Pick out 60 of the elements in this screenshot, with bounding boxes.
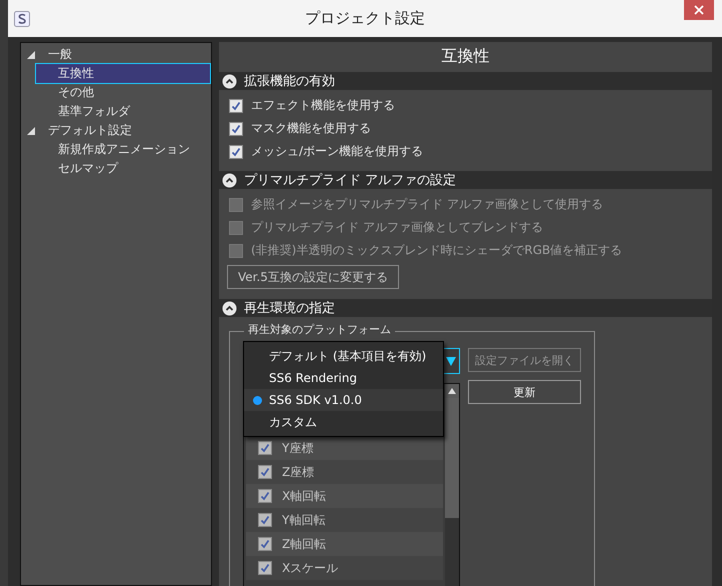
checkbox[interactable] [258, 561, 272, 575]
menu-option[interactable]: デフォルト (基本項目を有効) [244, 345, 443, 367]
collapse-icon[interactable] [222, 300, 237, 316]
checkbox[interactable] [229, 122, 243, 136]
scroll-up-icon[interactable] [448, 388, 456, 394]
checkbox[interactable] [258, 465, 272, 479]
group-legend: 再生対象のプラットフォーム [244, 323, 395, 337]
checkbox[interactable] [229, 98, 243, 112]
section-title: 拡張機能の有効 [244, 73, 335, 90]
section-title: 再生環境の指定 [244, 300, 335, 317]
tree-item[interactable]: 一般 [43, 44, 77, 65]
app-icon [14, 10, 30, 26]
checkbox[interactable] [229, 144, 243, 158]
checkbox-label: (非推奨)半透明のミックスブレンド時にシェーダでRGB値を補正する [251, 242, 622, 259]
close-button[interactable] [684, 0, 714, 20]
list-row[interactable]: Xスケール [246, 556, 443, 580]
tree-item[interactable]: 互換性 [35, 63, 211, 84]
section-header[interactable]: 拡張機能の有効 [219, 72, 712, 90]
expanded-triangle-icon[interactable] [27, 50, 35, 58]
checkbox[interactable] [258, 537, 272, 551]
dropdown-arrow-icon[interactable] [446, 356, 456, 366]
dialog-button[interactable]: 更新 [468, 380, 581, 404]
tree-item[interactable]: 新規作成アニメーション [35, 139, 211, 160]
checkbox-label: メッシュ/ボーン機能を使用する [251, 143, 424, 160]
collapse-icon[interactable] [222, 74, 237, 88]
checkbox-label: マスク機能を使用する [251, 120, 371, 137]
checkbox-label: エフェクト機能を使用する [251, 97, 395, 114]
section-header[interactable]: プリマルチプライド アルファの設定 [219, 171, 712, 189]
checkbox[interactable] [258, 489, 272, 503]
menu-option[interactable]: SS6 Rendering [244, 367, 443, 389]
section-title: プリマルチプライド アルファの設定 [244, 172, 456, 189]
checkbox-label: プリマルチプライド アルファ画像としてブレンドする [251, 219, 543, 236]
list-row[interactable]: Z座標 [246, 460, 443, 484]
panel-title: 互換性 [442, 45, 490, 67]
row-label: X軸回転 [282, 488, 326, 504]
tree-item[interactable]: 基準フォルダ [35, 101, 211, 122]
checkbox[interactable] [258, 513, 272, 527]
row-label: Z軸回転 [282, 536, 326, 552]
collapse-icon[interactable] [222, 172, 237, 188]
list-row[interactable]: X軸回転 [246, 484, 443, 508]
checkbox-label: 参照イメージをプリマルチプライド アルファ画像として使用する [251, 196, 603, 213]
tree-item[interactable]: セルマップ [35, 158, 211, 179]
expanded-triangle-icon[interactable] [27, 126, 35, 134]
menu-option[interactable]: SS6 SDK v1.0.0 [244, 389, 443, 411]
list-row[interactable]: Y座標 [246, 436, 443, 460]
row-label: Y軸回転 [282, 512, 326, 528]
checkbox[interactable] [258, 441, 272, 455]
row-label: Z座標 [282, 464, 314, 480]
compat-button[interactable]: Ver.5互換の設定に変更する [227, 265, 399, 289]
scrollbar[interactable] [445, 384, 459, 586]
close-icon[interactable] [694, 5, 704, 15]
list-row[interactable]: Y軸回転 [246, 508, 443, 532]
tree-item[interactable]: その他 [35, 82, 211, 103]
section-header[interactable]: 再生環境の指定 [219, 299, 712, 317]
row-label: Xスケール [282, 560, 338, 576]
window-title: プロジェクト設定 [305, 9, 425, 28]
list-row[interactable]: Z軸回転 [246, 532, 443, 556]
tree-item[interactable]: デフォルト設定 [43, 120, 137, 141]
row-label: Y座標 [282, 440, 314, 456]
menu-option[interactable]: カスタム [244, 411, 443, 433]
